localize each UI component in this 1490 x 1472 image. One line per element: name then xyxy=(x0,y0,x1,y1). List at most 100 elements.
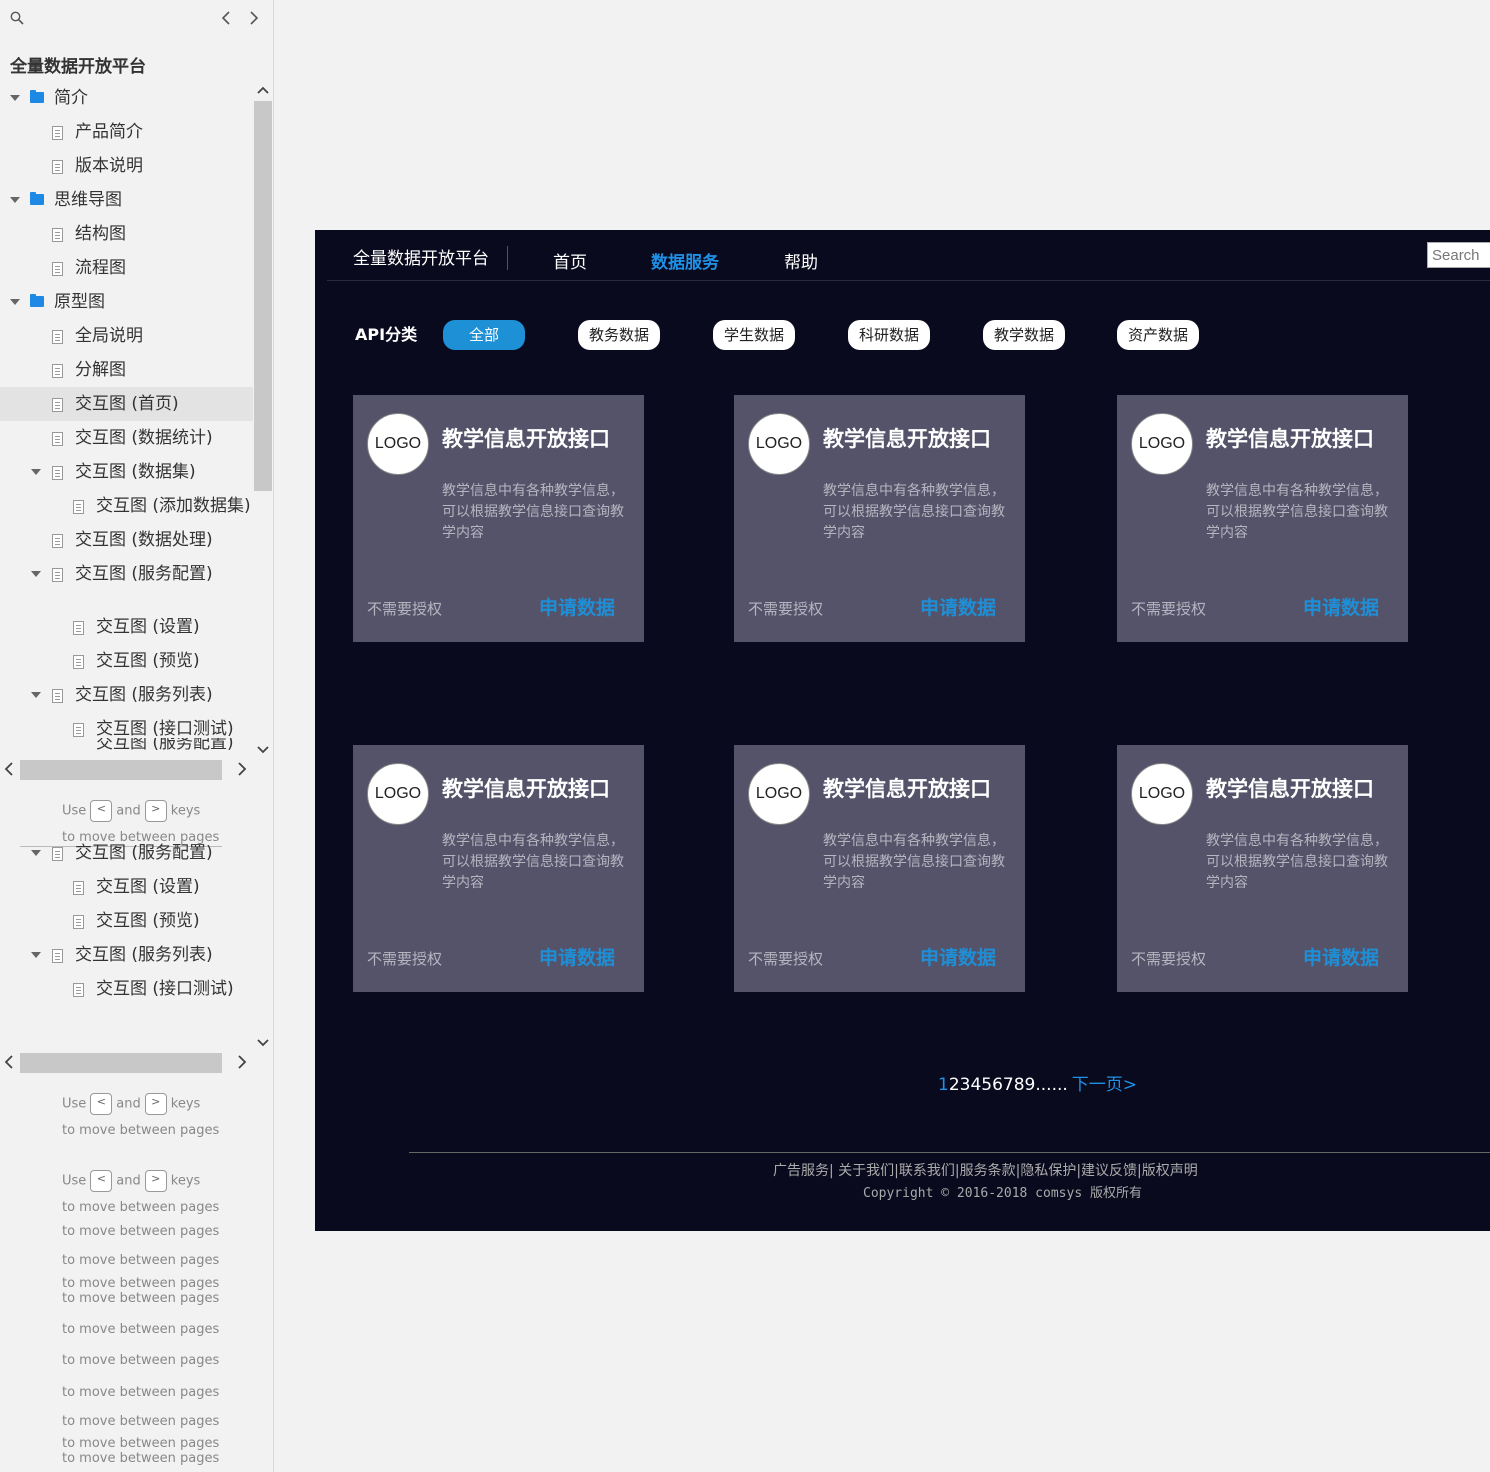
tree-row[interactable]: 流程图 xyxy=(0,251,253,285)
page-icon xyxy=(52,330,63,344)
tree-row[interactable]: 分解图 xyxy=(0,353,253,387)
prev-key-icon: < xyxy=(90,800,113,822)
expand-arrow-icon[interactable] xyxy=(31,469,41,475)
apply-data-button[interactable]: 申请数据 xyxy=(1303,943,1379,970)
chevron-left-icon[interactable] xyxy=(4,1055,14,1073)
api-card[interactable]: LOGO 教学信息开放接口 教学信息中有各种教学信息，可以根据教学信息接口查询教学内… xyxy=(734,745,1025,992)
expand-arrow-icon[interactable] xyxy=(10,299,20,305)
chevron-right-icon[interactable] xyxy=(248,10,260,30)
tree-row[interactable]: 简介 xyxy=(0,81,253,115)
category-research-button[interactable]: 科研数据 xyxy=(848,320,930,350)
tree-row[interactable]: 交互图 (预览) xyxy=(0,644,253,678)
category-all-button[interactable]: 全部 xyxy=(443,320,525,350)
key-hint: Use < and > keys xyxy=(62,1170,200,1192)
chevron-right-icon[interactable] xyxy=(237,762,247,780)
category-student-button[interactable]: 学生数据 xyxy=(713,320,795,350)
tree-row[interactable]: 交互图 (设置) xyxy=(0,870,253,904)
tree-row[interactable]: 结构图 xyxy=(0,217,253,251)
tree-row-label: 交互图 (服务配置) xyxy=(75,564,213,584)
api-card[interactable]: LOGO 教学信息开放接口 教学信息中有各种教学信息，可以根据教学信息接口查询教学内… xyxy=(734,395,1025,642)
search-input[interactable]: Search xyxy=(1427,242,1490,268)
chevron-left-icon[interactable] xyxy=(4,762,14,780)
tree-row[interactable]: 产品简介 xyxy=(0,115,253,149)
expand-arrow-icon[interactable] xyxy=(31,850,41,856)
chevron-right-icon[interactable] xyxy=(237,1055,247,1073)
tree-row[interactable]: 交互图 (服务配置) xyxy=(0,557,253,591)
footer-links[interactable]: 广告服务| 关于我们|联系我们|服务条款|隐私保护|建议反馈|版权声明 xyxy=(773,1160,1198,1180)
tree-row[interactable]: 交互图 (服务列表) xyxy=(0,938,253,972)
apply-data-button[interactable]: 申请数据 xyxy=(1303,593,1379,620)
page-icon xyxy=(73,723,84,737)
nav-item-data-service[interactable]: 数据服务 xyxy=(651,248,719,273)
expand-arrow-icon[interactable] xyxy=(10,95,20,101)
apply-data-button[interactable]: 申请数据 xyxy=(920,943,996,970)
tree-row[interactable]: 交互图 (数据统计) xyxy=(0,421,253,455)
tree-row-label: 交互图 (首页) xyxy=(75,394,179,414)
apply-data-button[interactable]: 申请数据 xyxy=(539,593,615,620)
tree-row[interactable]: 交互图 (接口测试) xyxy=(0,972,253,1006)
expand-arrow-icon[interactable] xyxy=(31,692,41,698)
tree-row[interactable]: 交互图 (首页) xyxy=(0,387,253,421)
expand-arrow-icon[interactable] xyxy=(31,952,41,958)
category-teaching-button[interactable]: 教学数据 xyxy=(983,320,1065,350)
chevron-up-icon[interactable] xyxy=(257,81,269,99)
horizontal-scrollbar[interactable] xyxy=(20,760,222,780)
page-icon xyxy=(52,847,63,861)
chevron-down-icon[interactable] xyxy=(257,1034,269,1052)
hint-move-text: to move between pages xyxy=(62,1200,220,1215)
key-hint: Use < and > keys xyxy=(62,800,200,822)
api-card[interactable]: LOGO 教学信息开放接口 教学信息中有各种教学信息，可以根据教学信息接口查询教学内… xyxy=(353,745,644,992)
page-icon xyxy=(52,568,63,582)
tree-row[interactable]: 交互图 (服务列表) xyxy=(0,678,253,712)
scrollbar-thumb[interactable] xyxy=(254,101,272,491)
expand-arrow-icon[interactable] xyxy=(31,571,41,577)
search-icon[interactable] xyxy=(10,10,24,29)
tree-row[interactable]: 交互图 (数据集) xyxy=(0,455,253,489)
card-title[interactable]: 教学信息开放接口 xyxy=(1206,423,1374,453)
page-icon xyxy=(73,915,84,929)
card-logo: LOGO xyxy=(1131,763,1193,825)
tree-row[interactable]: 交互图 (设置) xyxy=(0,610,253,644)
tree-row[interactable]: 交互图 (数据处理) xyxy=(0,523,253,557)
api-card[interactable]: LOGO 教学信息开放接口 教学信息中有各种教学信息，可以根据教学信息接口查询教学内… xyxy=(1117,745,1408,992)
apply-data-button[interactable]: 申请数据 xyxy=(920,593,996,620)
card-logo: LOGO xyxy=(748,413,810,475)
tree-row[interactable]: 原型图 xyxy=(0,285,253,319)
card-title[interactable]: 教学信息开放接口 xyxy=(823,423,991,453)
tree-row[interactable]: 全局说明 xyxy=(0,319,253,353)
api-card[interactable]: LOGO 教学信息开放接口 教学信息中有各种教学信息，可以根据教学信息接口查询教学内… xyxy=(353,395,644,642)
page-numbers[interactable]: 23456789 xyxy=(949,1075,1036,1095)
next-page-link[interactable]: 下一页> xyxy=(1072,1075,1137,1095)
card-description: 教学信息中有各种教学信息，可以根据教学信息接口查询教学内容 xyxy=(442,483,624,541)
category-academic-button[interactable]: 教务数据 xyxy=(578,320,660,350)
page-icon xyxy=(73,655,84,669)
tree-row[interactable]: 交互图 (添加数据集) xyxy=(0,489,253,523)
card-title[interactable]: 教学信息开放接口 xyxy=(823,773,991,803)
tree-row[interactable]: 版本说明 xyxy=(0,149,253,183)
next-key-icon: > xyxy=(144,1093,167,1115)
horizontal-scrollbar-2[interactable] xyxy=(20,1053,222,1073)
card-title[interactable]: 教学信息开放接口 xyxy=(442,423,610,453)
nav-item-help[interactable]: 帮助 xyxy=(784,248,818,273)
tree-row-cut[interactable]: 交互图 (服务配置) xyxy=(0,738,253,760)
folder-icon xyxy=(30,294,44,307)
card-title[interactable]: 教学信息开放接口 xyxy=(442,773,610,803)
vertical-scrollbar-2[interactable] xyxy=(253,848,273,1053)
vertical-scrollbar[interactable] xyxy=(253,81,273,761)
expand-arrow-icon[interactable] xyxy=(10,197,20,203)
page-current[interactable]: 1 xyxy=(938,1075,949,1095)
tree-row[interactable]: 思维导图 xyxy=(0,183,253,217)
api-card[interactable]: LOGO 教学信息开放接口 教学信息中有各种教学信息，可以根据教学信息接口查询教学内… xyxy=(1117,395,1408,642)
nav-divider-line xyxy=(327,280,1490,281)
chevron-left-icon[interactable] xyxy=(220,10,232,30)
chevron-down-icon[interactable] xyxy=(257,741,269,759)
tree-row-label: 交互图 (设置) xyxy=(96,877,200,897)
card-title[interactable]: 教学信息开放接口 xyxy=(1206,773,1374,803)
apply-data-button[interactable]: 申请数据 xyxy=(539,943,615,970)
card-logo: LOGO xyxy=(367,763,429,825)
category-asset-button[interactable]: 资产数据 xyxy=(1117,320,1199,350)
tree-row[interactable]: 交互图 (预览) xyxy=(0,904,253,938)
nav-brand[interactable]: 全量数据开放平台 xyxy=(353,244,489,269)
nav-item-home[interactable]: 首页 xyxy=(553,248,587,273)
tree-row[interactable]: 交互图 (服务配置) xyxy=(0,836,253,870)
